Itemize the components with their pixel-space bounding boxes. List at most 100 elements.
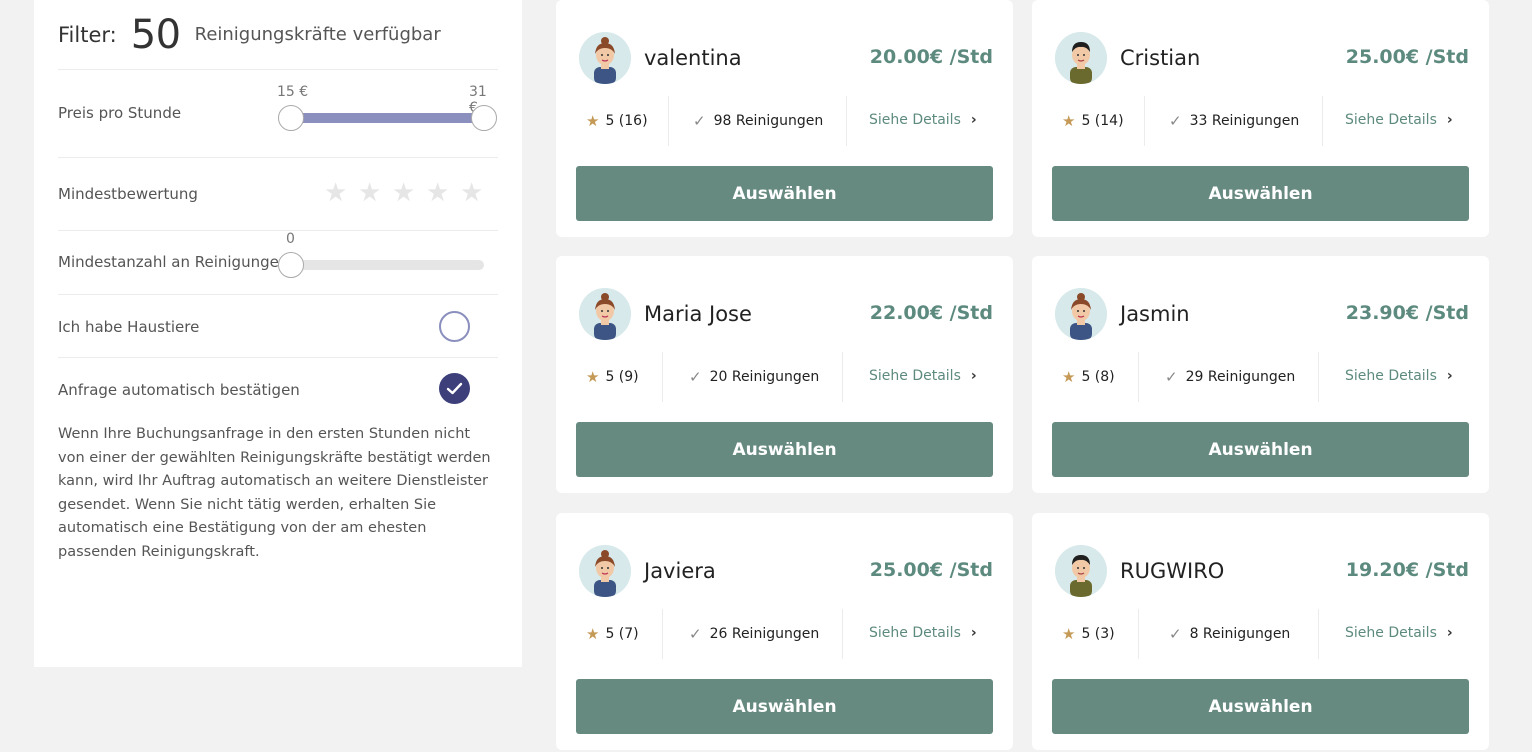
pets-label: Ich habe Haustiere [58, 318, 200, 336]
see-details-link[interactable]: Siehe Details › [1345, 625, 1453, 641]
cleanings-slider-track[interactable] [290, 260, 484, 270]
chevron-right-icon: › [970, 368, 977, 384]
cleaner-card: Cristian 25.00€ /Std ★ 5 (14) ✓ 33 Reini… [1032, 0, 1489, 237]
cleaner-name: Jasmin [1120, 302, 1190, 326]
chevron-right-icon: › [1446, 625, 1453, 641]
cleaner-name: Cristian [1120, 46, 1201, 70]
cleaner-card: Maria Jose 22.00€ /Std ★ 5 (9) ✓ 20 Rein… [556, 256, 1013, 493]
cleanings-value: 33 Reinigungen [1189, 113, 1300, 129]
available-count: 50 [130, 11, 181, 58]
see-details-label: Siehe Details [869, 368, 961, 384]
cleaner-stats: ★ 5 (8) ✓ 29 Reinigungen Siehe Details › [1032, 352, 1489, 402]
checkmark-icon [446, 382, 463, 395]
rating-value: 5 (8) [1081, 369, 1115, 385]
star-icon: ★ [1062, 368, 1076, 386]
rating-value: 5 (14) [1081, 113, 1124, 129]
auto-confirm-description: Wenn Ihre Buchungsanfrage in den ersten … [58, 426, 491, 560]
cleaner-stats: ★ 5 (14) ✓ 33 Reinigungen Siehe Details … [1032, 96, 1489, 146]
hourly-price: 25.00€ /Std [1345, 46, 1469, 68]
star-icon[interactable]: ★ [324, 180, 348, 206]
star-icon[interactable]: ★ [460, 180, 484, 206]
cleanings-value: 8 Reinigungen [1189, 626, 1291, 642]
filter-panel: Filter: 50 Reinigungskräfte verfügbar Pr… [34, 0, 522, 667]
rating: ★ 5 (16) [586, 112, 648, 130]
see-details-label: Siehe Details [869, 625, 961, 641]
divider [1138, 609, 1139, 659]
cleaner-name: Maria Jose [644, 302, 752, 326]
cleanings-label: Mindestanzahl an Reinigungen [58, 253, 289, 271]
rating-value: 5 (16) [605, 113, 648, 129]
star-icon: ★ [1062, 625, 1076, 643]
see-details-link[interactable]: Siehe Details › [1345, 368, 1453, 384]
hourly-price: 23.90€ /Std [1345, 302, 1469, 324]
price-min-label: 15 € [277, 84, 309, 100]
avatar [579, 288, 631, 340]
cleanings-value: 29 Reinigungen [1185, 369, 1296, 385]
select-button[interactable]: Auswählen [576, 166, 993, 221]
divider [1144, 96, 1145, 146]
divider [1138, 352, 1139, 402]
select-button[interactable]: Auswählen [576, 679, 993, 734]
cleaner-name: Javiera [644, 559, 716, 583]
cleanings-filter: Mindestanzahl an Reinigungen 0 [58, 231, 498, 295]
rating: ★ 5 (7) [586, 625, 639, 643]
divider [846, 96, 847, 146]
cleaner-card: RUGWIRO 19.20€ /Std ★ 5 (3) ✓ 8 Reinigun… [1032, 513, 1489, 750]
rating-filter: Mindestbewertung ★ ★ ★ ★ ★ [58, 158, 498, 231]
chevron-right-icon: › [1446, 368, 1453, 384]
avatar [1055, 32, 1107, 84]
divider [1322, 96, 1323, 146]
avatar [1055, 288, 1107, 340]
rating: ★ 5 (3) [1062, 625, 1115, 643]
cleaner-card: Javiera 25.00€ /Std ★ 5 (7) ✓ 26 Reinigu… [556, 513, 1013, 750]
rating: ★ 5 (8) [1062, 368, 1115, 386]
select-button[interactable]: Auswählen [1052, 679, 1469, 734]
cleaner-card: valentina 20.00€ /Std ★ 5 (16) ✓ 98 Rein… [556, 0, 1013, 237]
star-icon[interactable]: ★ [358, 180, 382, 206]
select-button[interactable]: Auswählen [576, 422, 993, 477]
rating: ★ 5 (9) [586, 368, 639, 386]
avatar [579, 545, 631, 597]
price-label: Preis pro Stunde [58, 104, 182, 122]
check-icon: ✓ [689, 368, 702, 386]
avatar [579, 32, 631, 84]
chevron-right-icon: › [970, 112, 977, 128]
filter-label: Filter: [58, 22, 117, 47]
price-max-handle[interactable] [471, 105, 497, 131]
check-icon: ✓ [1169, 625, 1182, 643]
filter-header: Filter: 50 Reinigungskräfte verfügbar [58, 0, 498, 70]
price-range-track[interactable] [291, 113, 484, 123]
divider [1318, 352, 1319, 402]
hourly-price: 19.20€ /Std [1345, 559, 1469, 581]
price-filter: Preis pro Stunde 15 € 31 € [58, 70, 498, 158]
price-min-handle[interactable] [278, 105, 304, 131]
auto-confirm-checkbox[interactable] [439, 373, 470, 404]
star-icon[interactable]: ★ [392, 180, 416, 206]
cleanings-slider-handle[interactable] [278, 252, 304, 278]
cleanings-count: ✓ 98 Reinigungen [693, 112, 823, 130]
cleaner-stats: ★ 5 (3) ✓ 8 Reinigungen Siehe Details › [1032, 609, 1489, 659]
divider [842, 352, 843, 402]
star-icon[interactable]: ★ [426, 180, 450, 206]
cleanings-value: 98 Reinigungen [713, 113, 824, 129]
cleaner-stats: ★ 5 (9) ✓ 20 Reinigungen Siehe Details › [556, 352, 1013, 402]
see-details-link[interactable]: Siehe Details › [869, 112, 977, 128]
select-button[interactable]: Auswählen [1052, 166, 1469, 221]
see-details-link[interactable]: Siehe Details › [869, 368, 977, 384]
star-icon: ★ [586, 368, 600, 386]
avatar [1055, 545, 1107, 597]
see-details-link[interactable]: Siehe Details › [869, 625, 977, 641]
see-details-link[interactable]: Siehe Details › [1345, 112, 1453, 128]
cleanings-value: 20 Reinigungen [709, 369, 820, 385]
check-icon: ✓ [1165, 368, 1178, 386]
rating-value: 5 (7) [605, 626, 639, 642]
cleanings-count: ✓ 29 Reinigungen [1165, 368, 1295, 386]
pets-checkbox[interactable] [439, 311, 470, 342]
divider [662, 609, 663, 659]
available-text: Reinigungskräfte verfügbar [194, 24, 441, 45]
hourly-price: 25.00€ /Std [869, 559, 993, 581]
rating-value: 5 (3) [1081, 626, 1115, 642]
select-button[interactable]: Auswählen [1052, 422, 1469, 477]
chevron-right-icon: › [970, 625, 977, 641]
divider [668, 96, 669, 146]
